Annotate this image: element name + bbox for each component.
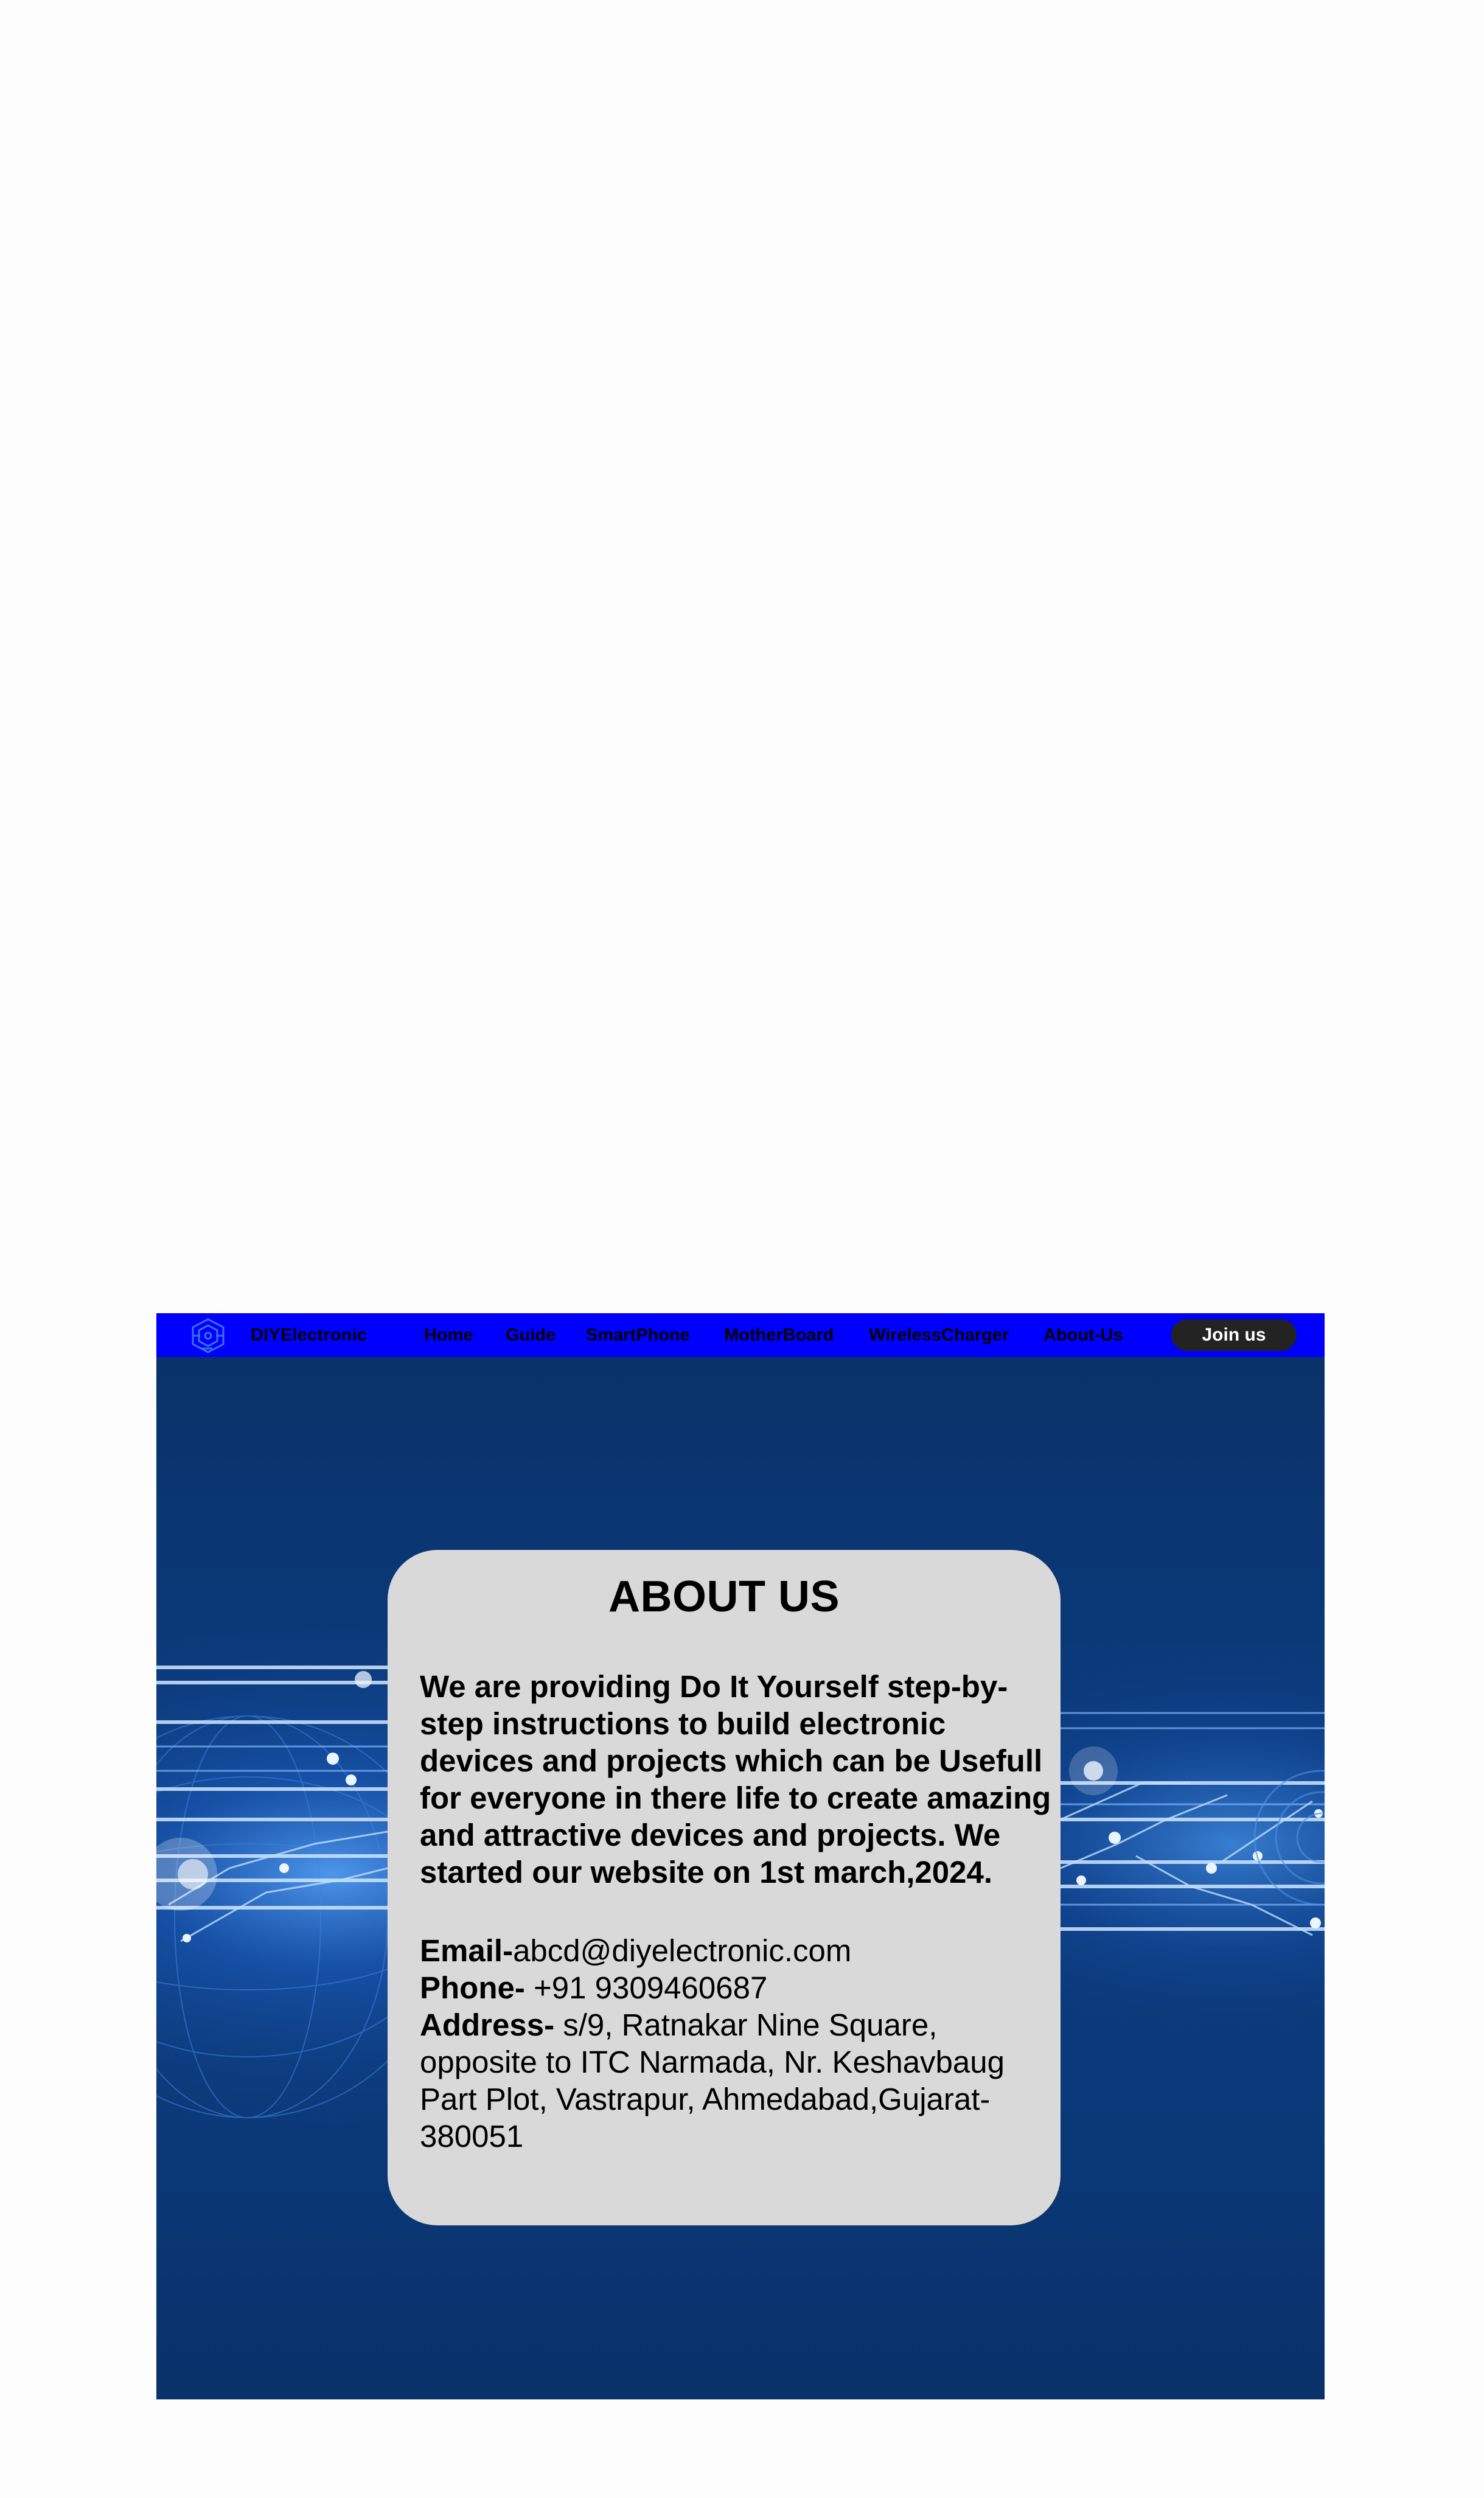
about-card: ABOUT US We are providing Do It Yourself…	[388, 1550, 1061, 2225]
navbar: DIYElectronic Home Guide SmartPhone Moth…	[156, 1313, 1325, 1357]
nav-home[interactable]: Home	[424, 1313, 473, 1357]
logo-icon[interactable]	[188, 1317, 228, 1355]
about-title: ABOUT US	[608, 1572, 840, 1621]
brand-name[interactable]: DIYElectronic	[251, 1313, 367, 1357]
phone-value[interactable]: +91 9309460687	[525, 1970, 767, 2005]
nav-about-us[interactable]: About-Us	[1043, 1313, 1123, 1357]
email-line: Email-abcd@diyelectronic.com	[420, 1932, 1053, 1969]
address-label: Address-	[420, 2008, 555, 2042]
page: DIYElectronic Home Guide SmartPhone Moth…	[156, 1313, 1325, 2399]
email-value[interactable]: abcd@diyelectronic.com	[513, 1933, 851, 1968]
address-line: Address- s/9, Ratnakar Nine Square, oppo…	[420, 2006, 1053, 2155]
email-label: Email-	[420, 1933, 514, 1968]
nav-wirelesscharger[interactable]: WirelessCharger	[869, 1313, 1009, 1357]
nav-smartphone[interactable]: SmartPhone	[586, 1313, 690, 1357]
about-description: We are providing Do It Yourself step-by-…	[420, 1669, 1051, 1889]
phone-line: Phone- +91 9309460687	[420, 1969, 1053, 2006]
nav-motherboard[interactable]: MotherBoard	[724, 1313, 834, 1357]
nav-guide[interactable]: Guide	[506, 1313, 556, 1357]
contact-info: Email-abcd@diyelectronic.com Phone- +91 …	[420, 1932, 1053, 2155]
phone-label: Phone-	[420, 1970, 525, 2005]
join-us-button[interactable]: Join us	[1171, 1319, 1297, 1351]
